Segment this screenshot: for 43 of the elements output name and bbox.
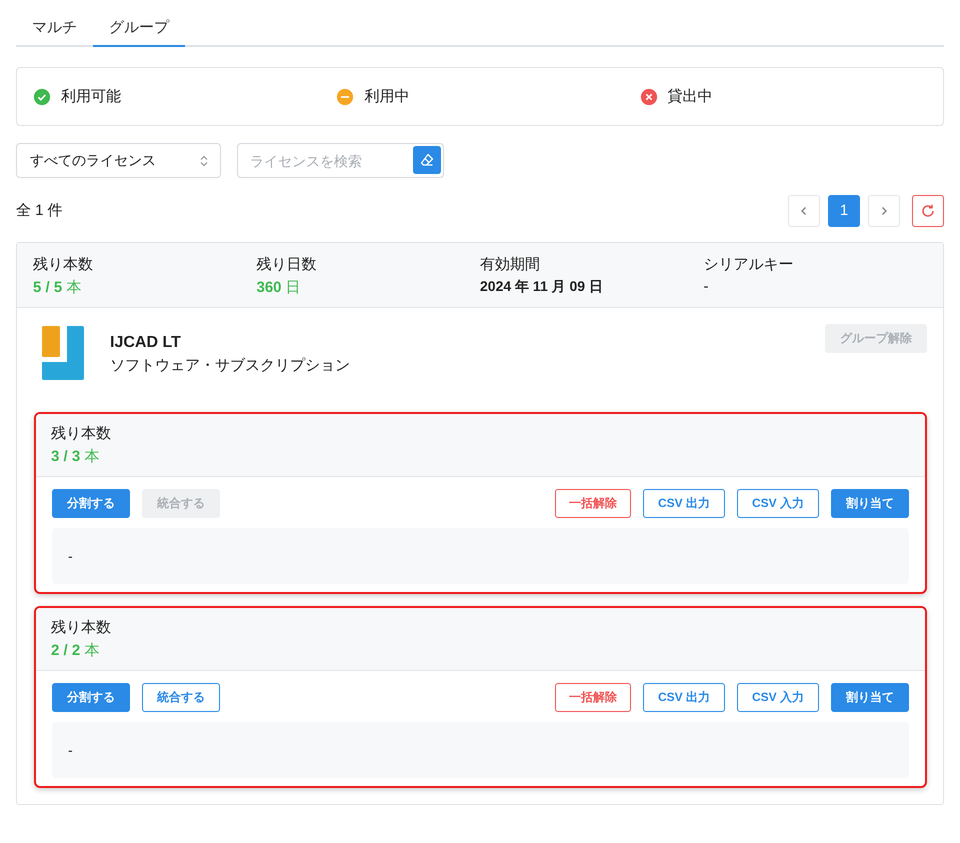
summary-label: シリアルキー xyxy=(704,255,794,274)
page-button[interactable]: 1 xyxy=(828,194,860,226)
summary-value: 5 / 5 本 xyxy=(33,278,82,297)
chevron-left-icon xyxy=(800,206,808,216)
group-action-button[interactable]: 分割する xyxy=(52,683,130,712)
summary-value: 2024 年 11 月 09 日 xyxy=(480,278,604,296)
notes-field: - xyxy=(52,722,909,778)
refresh-icon xyxy=(920,202,936,218)
summary-value: - xyxy=(704,278,710,295)
summary-value: 360 日 xyxy=(256,278,302,297)
group-action-button[interactable]: CSV 入力 xyxy=(736,489,819,518)
group-action-button[interactable]: CSV 出力 xyxy=(642,683,725,712)
group-action-button[interactable]: CSV 入力 xyxy=(736,683,819,712)
product-logo-icon xyxy=(42,326,84,380)
group-action-button[interactable]: 一括解除 xyxy=(554,683,631,712)
group-action-button[interactable]: 統合する xyxy=(142,683,220,712)
legend-label: 利用中 xyxy=(364,87,410,106)
group-count: 3 / 3 本 xyxy=(51,447,100,466)
group-count: 2 / 2 本 xyxy=(51,641,100,660)
eraser-icon xyxy=(419,152,435,168)
group-action-button[interactable]: 割り当て xyxy=(831,489,909,518)
group-label: 残り本数 xyxy=(51,618,112,637)
license-filter-select[interactable]: すべてのライセンス xyxy=(16,143,221,178)
summary-label: 残り日数 xyxy=(256,255,318,274)
total-count: 全 1 件 xyxy=(16,201,63,220)
product-subtitle: ソフトウェア・サブスクリプション xyxy=(110,356,351,375)
tab[interactable]: マルチ xyxy=(16,12,93,47)
legend-label: 貸出中 xyxy=(668,87,713,106)
product-name: IJCAD LT xyxy=(110,334,182,352)
group-action-button[interactable]: CSV 出力 xyxy=(642,489,725,518)
clear-button[interactable] xyxy=(413,146,441,174)
notes-field: - xyxy=(52,528,909,584)
summary-label: 有効期間 xyxy=(480,255,541,274)
group-action-button[interactable]: 割り当て xyxy=(831,683,909,712)
sort-caret-icon xyxy=(200,154,208,166)
legend-label: 利用可能 xyxy=(61,87,121,106)
tab[interactable]: グループ xyxy=(93,12,185,47)
group-action-button[interactable]: 一括解除 xyxy=(554,489,631,518)
refresh-button[interactable] xyxy=(912,194,944,226)
group-label: 残り本数 xyxy=(51,424,112,443)
chevron-right-icon xyxy=(880,206,888,216)
group-action-button[interactable]: 分割する xyxy=(52,489,130,518)
summary-label: 残り本数 xyxy=(33,255,94,274)
